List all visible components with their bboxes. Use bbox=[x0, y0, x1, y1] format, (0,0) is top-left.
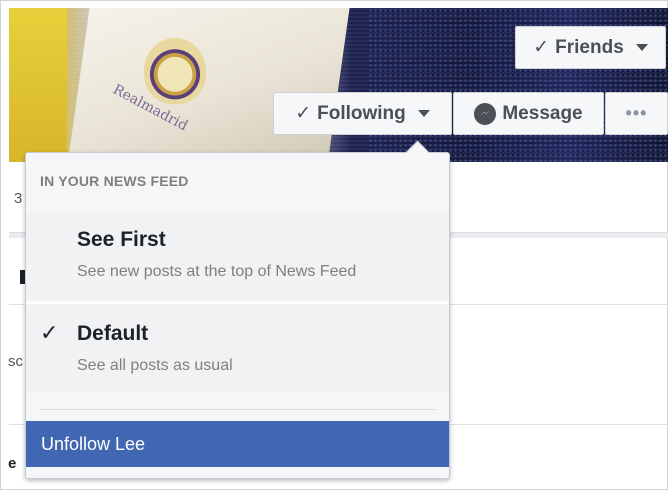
friends-button[interactable]: ✓ Friends bbox=[515, 26, 666, 69]
menu-separator bbox=[40, 409, 435, 410]
friends-label: Friends bbox=[555, 36, 624, 58]
following-button[interactable]: ✓ Following bbox=[273, 92, 452, 135]
more-options-button[interactable]: ••• bbox=[605, 92, 668, 135]
menu-item-title: Default bbox=[77, 322, 149, 345]
cover-pennant bbox=[67, 8, 351, 162]
unfollow-button[interactable]: Unfollow Lee bbox=[26, 421, 449, 467]
messenger-icon bbox=[474, 102, 497, 125]
caret-down-icon bbox=[417, 110, 430, 117]
caret-down-icon bbox=[635, 44, 648, 51]
message-label: Message bbox=[502, 102, 583, 124]
menu-item-subtitle: See all posts as usual bbox=[77, 357, 233, 374]
message-button[interactable]: Message bbox=[453, 92, 604, 135]
news-feed-dropdown: IN YOUR NEWS FEED See First See new post… bbox=[25, 152, 450, 479]
background-text: e bbox=[8, 455, 17, 472]
menu-item-default[interactable]: ✓ Default See all posts as usual bbox=[26, 302, 449, 392]
check-icon: ✓ bbox=[295, 103, 312, 124]
unfollow-label: Unfollow Lee bbox=[41, 433, 146, 454]
background-text: 3 bbox=[14, 190, 23, 207]
following-label: Following bbox=[317, 102, 406, 124]
menu-item-subtitle: See new posts at the top of News Feed bbox=[77, 263, 357, 280]
check-icon: ✓ bbox=[533, 37, 550, 58]
menu-item-see-first[interactable]: See First See new posts at the top of Ne… bbox=[26, 210, 449, 300]
menu-item-title: See First bbox=[77, 228, 166, 251]
club-crest-icon bbox=[144, 38, 206, 104]
ellipsis-icon: ••• bbox=[625, 103, 648, 123]
dropdown-header: IN YOUR NEWS FEED bbox=[40, 173, 189, 189]
background-text: sc bbox=[8, 353, 23, 370]
check-icon: ✓ bbox=[40, 320, 59, 345]
cover-yellow-area bbox=[9, 8, 67, 162]
